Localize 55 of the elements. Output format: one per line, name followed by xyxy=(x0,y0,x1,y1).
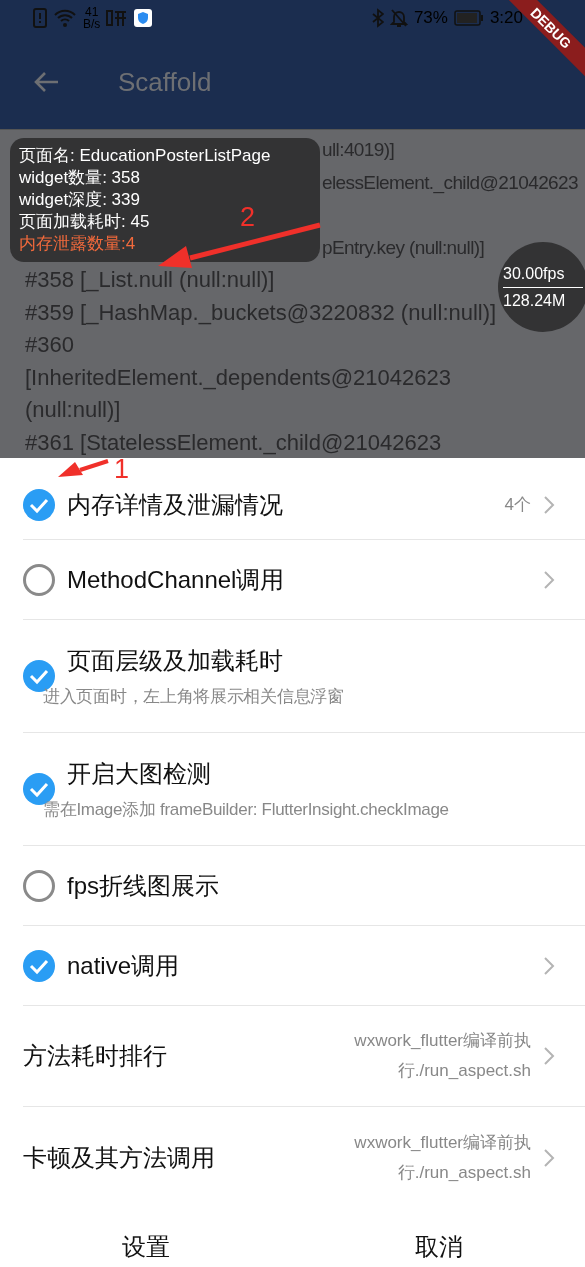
checkbox-checked-icon[interactable] xyxy=(23,488,55,521)
settings-row[interactable]: native调用 xyxy=(23,926,585,1006)
setting-value: wxwork_flutter编译前执行./run_aspect.sh xyxy=(353,1131,531,1184)
checkbox-unchecked-icon[interactable] xyxy=(23,563,55,596)
bell-muted-icon xyxy=(389,7,408,28)
checkbox-checked-icon[interactable] xyxy=(23,949,55,982)
settings-row[interactable]: fps折线图展示 xyxy=(23,846,585,926)
speed-unit: B/s xyxy=(83,17,101,30)
memory-text: 128.24M xyxy=(503,291,566,310)
setting-description: 进入页面时，左上角将展示相关信息浮窗 xyxy=(43,685,345,708)
setting-title: 开启大图检测 xyxy=(67,758,212,789)
log-line: [InheritedElement._dependents@21042623 xyxy=(25,363,451,392)
log-line: pEntry.key (null:null)] xyxy=(322,235,485,260)
annotation-arrow xyxy=(58,459,109,477)
checkbox-unchecked-icon[interactable] xyxy=(23,869,55,902)
settings-row[interactable]: 内存详情及泄漏情况 4个 xyxy=(23,478,585,540)
log-line: (null:null)] xyxy=(25,396,121,424)
setting-title: fps折线图展示 xyxy=(67,870,220,901)
info-line: widget深度: 339 xyxy=(19,189,140,211)
battery-percent: 73% xyxy=(413,7,448,28)
status-time: 3:20 xyxy=(489,7,523,28)
setting-value: wxwork_flutter编译前执行./run_aspect.sh xyxy=(353,1030,531,1082)
info-line: 页面名: EducationPosterListPage xyxy=(19,145,271,167)
log-line: #358 [_List.null (null:null)] xyxy=(25,266,275,294)
log-line: ull:4019)] xyxy=(322,138,395,162)
setting-value: 4个 xyxy=(504,494,531,516)
shield-icon xyxy=(134,8,153,27)
wifi-icon xyxy=(53,7,77,28)
settings-row[interactable]: 页面层级及加载耗时 进入页面时，左上角将展示相关信息浮窗 xyxy=(23,620,585,733)
info-line: 页面加载耗时: 45 xyxy=(19,211,150,233)
battery-icon xyxy=(453,9,484,26)
setting-title: 方法耗时排行 xyxy=(23,1041,168,1071)
log-line: #361 [StatelessElement._child@21042623 xyxy=(25,428,442,457)
bluetooth-icon xyxy=(371,7,384,28)
settings-row[interactable]: 方法耗时排行 wxwork_flutter编译前执行./run_aspect.sh xyxy=(23,1006,585,1107)
settings-row[interactable]: MethodChannel调用 xyxy=(23,540,585,620)
setting-title: 内存详情及泄漏情况 xyxy=(67,489,284,520)
settings-row[interactable]: 卡顿及其方法调用 wxwork_flutter编译前执行./run_aspect.sh xyxy=(23,1107,585,1208)
fps-text: 30.00fps xyxy=(503,264,565,283)
log-line: elessElement._child@21042623 xyxy=(322,170,578,196)
setting-title: 页面层级及加载耗时 xyxy=(67,645,284,676)
speed-value: 41 xyxy=(85,5,99,18)
log-line: #360 xyxy=(25,331,74,359)
setting-title: native调用 xyxy=(67,950,181,981)
setting-title: 卡顿及其方法调用 xyxy=(23,1142,216,1173)
alert-icon xyxy=(33,7,47,28)
setting-description: 需在Image添加 frameBuilder: FlutterInsight.checkImage xyxy=(43,798,450,821)
annotation-number: 2 xyxy=(240,202,256,232)
back-arrow-icon[interactable] xyxy=(32,70,60,94)
info-line: widget数量: 358 xyxy=(19,167,140,189)
settings-row[interactable]: 开启大图检测 需在Image添加 frameBuilder: FlutterInsight.checkImage xyxy=(23,733,585,846)
log-line: #359 [_HashMap._buckets@3220832 (null:null)] xyxy=(25,298,497,327)
info-line: 内存泄露数量:4 xyxy=(19,233,136,255)
setting-title: MethodChannel调用 xyxy=(67,564,286,595)
app-bar-title: Scaffold xyxy=(118,66,212,98)
